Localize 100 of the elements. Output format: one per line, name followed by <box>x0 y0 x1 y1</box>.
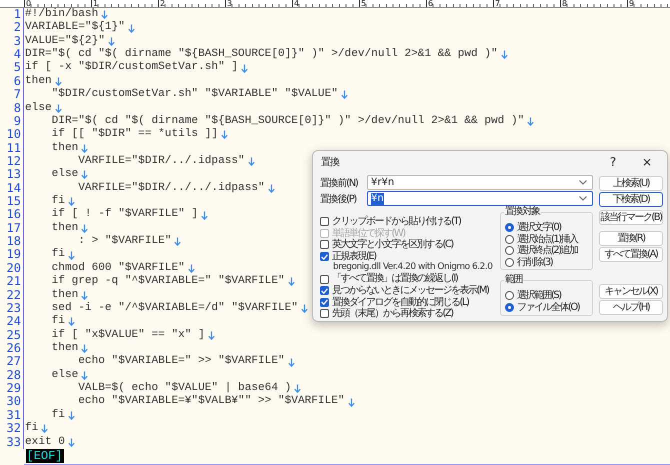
line-number: 27 <box>6 355 22 369</box>
ruler-number: 3 <box>226 0 233 7</box>
chevron-down-icon <box>579 180 587 185</box>
line-number: 21 <box>6 275 22 289</box>
line-number: 12 <box>6 154 22 168</box>
line-number: 1 <box>12 8 22 22</box>
field-label: 置換前(N) <box>320 176 359 190</box>
code-line: fi <box>50 408 65 422</box>
combo-field[interactable]: ¥r¥n <box>367 175 593 190</box>
line-number: 3 <box>12 34 22 48</box>
code-line: if [ -x "$DIR/customSetVar.sh" ] <box>25 61 238 75</box>
radio-label: 選択始点(1)挿入 <box>517 234 578 244</box>
checkbox-label: 「すべて置換」は置換の繰返し(I) <box>332 273 458 285</box>
code-line: VARIABLE="${1}" <box>25 21 125 35</box>
code-line: then <box>50 222 78 236</box>
version-note: bregonig.dll Ver.4.20 with Onigmo 6.2.0 <box>332 262 494 272</box>
checkbox[interactable] <box>320 274 329 284</box>
line-number: 14 <box>6 182 22 196</box>
checkbox-label: 英大文字と小文字を区別する(C) <box>332 239 453 250</box>
code-line: : > "$VARFILE" <box>77 235 172 248</box>
line-number: 33 <box>6 436 22 449</box>
checkbox[interactable] <box>320 252 329 262</box>
help-button[interactable]: ? <box>599 152 627 170</box>
dialog-button[interactable]: 下検索(D) <box>599 192 663 207</box>
line-number: 9 <box>12 114 22 128</box>
code-line: fi <box>50 248 65 262</box>
line-number: 13 <box>6 168 22 182</box>
ruler-number: 6 <box>427 0 434 7</box>
combo-field[interactable]: ¥n <box>367 191 593 206</box>
code-line: VARFILE="$DIR/../../.idpass" <box>77 182 265 196</box>
dialog-button[interactable]: ヘルプ(H) <box>599 300 663 315</box>
checkbox[interactable] <box>320 286 329 296</box>
radio-button[interactable] <box>505 302 514 312</box>
line-number: 2 <box>12 21 22 35</box>
dialog-button[interactable]: 上検索(U) <box>599 176 663 191</box>
dialog-button[interactable]: すべて置換(A) <box>599 247 663 262</box>
checkbox[interactable] <box>320 240 329 250</box>
line-number: 17 <box>6 222 22 236</box>
code-line: echo "$VARIABLE=¥"$VALB¥"" >> "$VARFILE" <box>77 395 345 409</box>
line-number: 18 <box>6 235 22 248</box>
radio-button[interactable] <box>505 223 514 232</box>
dialog-button[interactable]: キャンセル(X) <box>599 284 663 299</box>
line-number: 6 <box>12 74 22 88</box>
code-line: DIR="$( cd "$( dirname "${BASH_SOURCE[0]}" )" >/dev/null 2>&1 && pwd )" <box>25 48 498 61</box>
code-line: if grep -q "^$VARIABLE=" "$VARFILE" <box>50 275 285 289</box>
code-line: VALB=$( echo "$VALUE" | base64 ) <box>77 382 292 395</box>
code-line: DIR="$( cd "$( dirname "${BASH_SOURCE[0]}" )" >/dev/null 2>&1 && pwd )" <box>50 114 524 128</box>
close-button[interactable]: × <box>633 152 661 170</box>
group-title: 置換対象 <box>504 206 541 218</box>
line-number: 23 <box>6 302 22 316</box>
line-number: 22 <box>6 288 22 302</box>
code-line: VARFILE="$DIR/../.idpass" <box>78 154 245 168</box>
dialog-title: 置換 <box>321 156 340 168</box>
radio-button[interactable] <box>505 246 514 256</box>
radio-label: 行削除(3) <box>517 256 552 268</box>
code-line: else <box>50 368 78 382</box>
line-number: 11 <box>6 142 22 155</box>
line-number: 10 <box>6 128 22 142</box>
code-line: VALUE="${2}" <box>25 34 105 48</box>
code-line: chmod 600 "$VARFILE" <box>50 262 185 275</box>
line-number: 24 <box>6 315 22 329</box>
line-number: 20 <box>6 262 22 276</box>
check-icon <box>321 254 328 260</box>
code-line: if [[ "$DIR" == *utils ]] <box>50 128 218 142</box>
checkbox-label: 置換ダイアログを自動的に閉じる(L) <box>332 296 468 308</box>
radio-button[interactable] <box>505 234 514 244</box>
line-number: 4 <box>12 48 22 62</box>
ruler-number: 9 <box>628 0 635 7</box>
radio-button[interactable] <box>505 258 514 267</box>
line-number: 16 <box>6 208 22 222</box>
line-number: 26 <box>6 342 22 356</box>
code-line: fi <box>50 315 65 329</box>
code-line: then <box>50 142 78 155</box>
code-line: if [ ! -f "$VARFILE" ] <box>50 208 198 222</box>
line-number: 32 <box>6 422 22 436</box>
ruler-number: 7 <box>494 0 501 7</box>
line-number: 30 <box>6 395 22 409</box>
radio-button[interactable] <box>505 291 514 300</box>
line-number: 29 <box>6 382 22 396</box>
code-line: echo "$VARIABLE=" >> "$VARFILE" <box>78 355 285 369</box>
dialog-button[interactable]: 置換(R) <box>599 231 663 246</box>
checkbox[interactable] <box>320 298 329 307</box>
checkbox[interactable] <box>320 217 329 226</box>
checkbox[interactable] <box>320 309 329 318</box>
ruler-number: 2 <box>159 0 166 7</box>
checkbox-label: 正規表現(E) <box>332 250 376 262</box>
line-number: 19 <box>6 248 22 262</box>
code-line: then <box>25 74 52 88</box>
ruler-number: 1 <box>92 0 99 7</box>
radio-label: 選択文字(0) <box>517 222 561 234</box>
code-line: fi <box>25 422 38 436</box>
line-number: 7 <box>12 88 22 102</box>
checkbox-label: 先頭（末尾）から再検索する(Z) <box>332 308 453 320</box>
line-number: 15 <box>6 195 22 208</box>
chevron-down-icon <box>579 196 587 201</box>
radio-label: 選択終点(2)追加 <box>517 245 578 256</box>
code-line: else <box>25 102 52 115</box>
eof-marker: [EOF] <box>26 449 64 464</box>
ruler-number: 8 <box>561 0 568 7</box>
dialog-button[interactable]: 該当行マーク(B) <box>599 210 663 225</box>
